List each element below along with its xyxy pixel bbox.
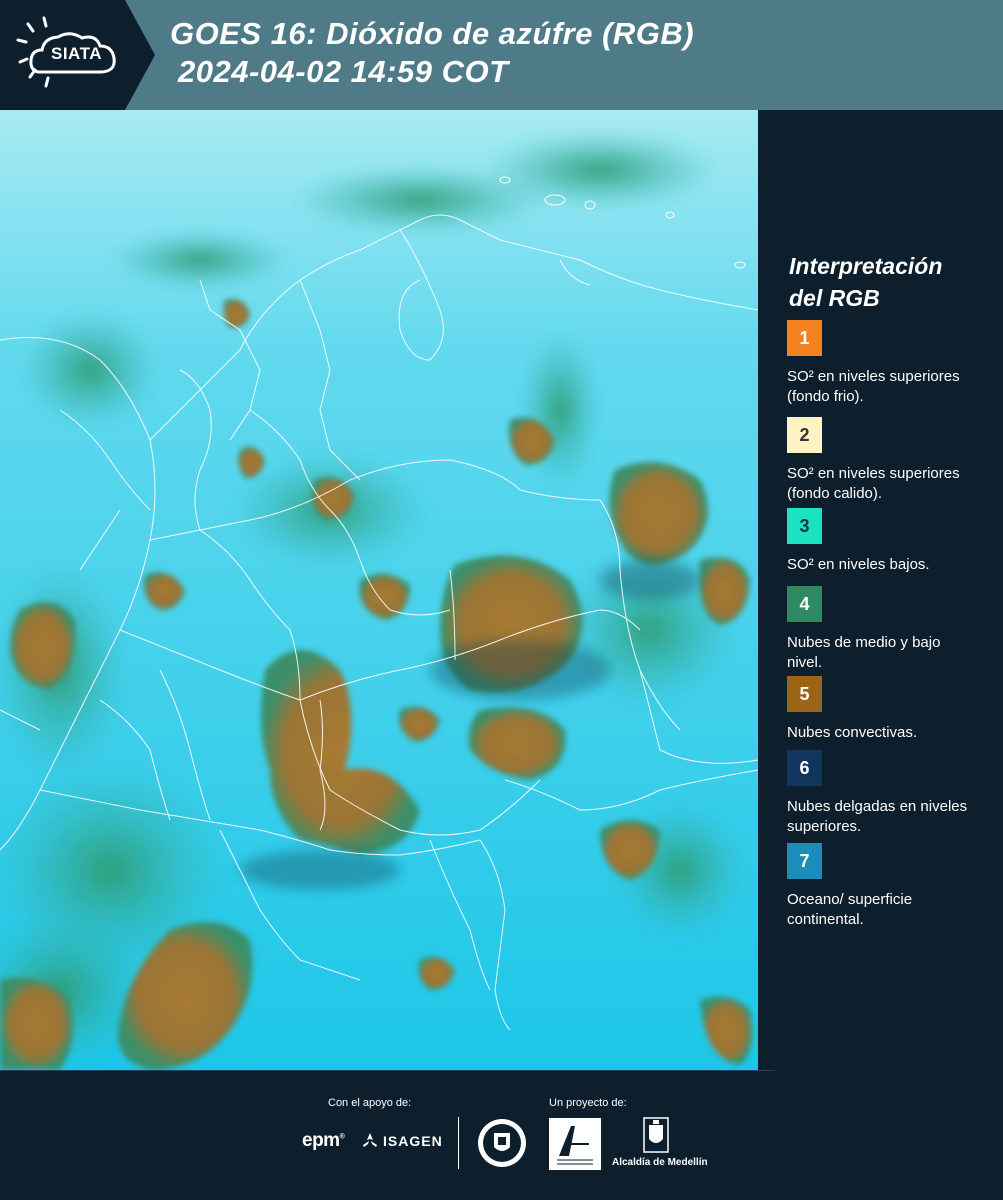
timestamp: 2024-04-02 14:59 COT [178, 54, 509, 89]
legend-swatch-4: 4 [787, 586, 822, 622]
legend-text-1: SO² en niveles superiores (fondo frio). [787, 368, 960, 405]
legend-text-2: SO² en niveles superiores (fondo calido)… [787, 465, 960, 502]
footer: Con el apoyo de: Un proyecto de: epm® IS… [0, 1070, 1003, 1200]
legend-item-5: 5 Nubes convectivas. [787, 676, 977, 743]
legend-item-1: 1 SO² en niveles superiores (fondo frio). [787, 320, 977, 407]
legend-swatch-3: 3 [787, 508, 822, 544]
legend-text-4: Nubes de medio y bajo nivel. [787, 634, 941, 671]
legend-swatch-1: 1 [787, 320, 822, 356]
alcaldia-shield-icon [643, 1117, 669, 1153]
legend-text-7: Oceano/ superficie continental. [787, 891, 913, 928]
legend-text-5: Nubes convectivas. [787, 724, 918, 741]
legend-text-6: Nubes delgadas en niveles superiores. [787, 798, 968, 835]
header-bar: SIATA GOES 16: Dióxido de azúfre (RGB) 2… [0, 0, 1003, 110]
legend-item-3: 3 SO² en niveles bajos. [787, 508, 977, 575]
footer-separator-line [0, 1070, 775, 1071]
legend-item-6: 6 Nubes delgadas en niveles superiores. [787, 750, 977, 837]
legend-item-7: 7 Oceano/ superficie continental. [787, 843, 977, 930]
legend-swatch-5: 5 [787, 676, 822, 712]
satellite-map [0, 110, 758, 1070]
epm-logo: epm® [302, 1130, 345, 1152]
legend-title-line1: Interpretación [789, 253, 943, 279]
siata-logo-text: SIATA [51, 44, 102, 63]
page-title: GOES 16: Dióxido de azúfre (RGB) [170, 16, 695, 51]
project-label: Un proyecto de: [549, 1097, 627, 1109]
area-metropolitana-logo-icon [549, 1118, 601, 1170]
legend-text-3: SO² en niveles bajos. [787, 556, 930, 573]
epm-logo-text: epm [302, 1130, 340, 1151]
isagen-logo: ISAGEN [383, 1133, 443, 1149]
legend-item-2: 2 SO² en niveles superiores (fondo calido… [787, 417, 977, 504]
siata-logo: SIATA [0, 0, 155, 110]
epm-registered-mark: ® [339, 1133, 345, 1141]
legend-title-line2: del RGB [789, 285, 880, 311]
medellin-seal-icon [478, 1119, 526, 1167]
legend-swatch-6: 6 [787, 750, 822, 786]
rgb-legend: Interpretación del RGB 1 SO² en niveles s… [758, 110, 1003, 1070]
footer-divider [458, 1117, 459, 1169]
alcaldia-logo-text: Alcaldía de Medellín [612, 1157, 708, 1168]
isagen-logo-text: ISAGEN [383, 1133, 443, 1149]
legend-swatch-2: 2 [787, 417, 822, 453]
isagen-icon [363, 1133, 377, 1147]
legend-item-4: 4 Nubes de medio y bajo nivel. [787, 586, 977, 673]
support-label: Con el apoyo de: [328, 1097, 412, 1109]
legend-swatch-7: 7 [787, 843, 822, 879]
legend-title: Interpretación del RGB [789, 250, 942, 314]
